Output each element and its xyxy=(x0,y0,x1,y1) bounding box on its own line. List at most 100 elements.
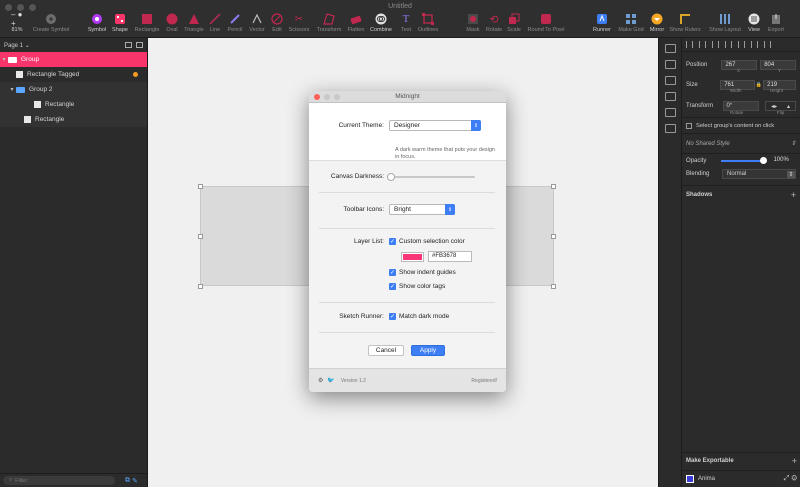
round-to-pixel-icon xyxy=(540,13,552,25)
layer-label: Group 2 xyxy=(29,86,53,93)
slider-knob[interactable] xyxy=(387,172,395,181)
rectangle-layer-icon xyxy=(24,116,31,123)
resize-handle[interactable] xyxy=(198,184,203,189)
plugin-icon[interactable] xyxy=(664,124,676,133)
flip-vertical-icon[interactable]: ▴ xyxy=(787,103,790,110)
symbol-icon xyxy=(91,13,103,25)
height-sublabel: Height xyxy=(770,88,784,93)
blending-select[interactable]: Normal ⇕ xyxy=(722,169,796,179)
distribute-icon[interactable] xyxy=(764,41,771,48)
align-center-icon[interactable] xyxy=(699,41,706,48)
combine-icon xyxy=(375,13,387,25)
runner-button[interactable]: Runner xyxy=(586,13,618,33)
dialog-zoom-button[interactable] xyxy=(334,94,340,100)
layer-group-2[interactable]: ▾ Group 2 xyxy=(0,82,147,97)
toolbar-icons-select[interactable]: Bright ⇕ xyxy=(389,204,455,215)
shadows-label: Shadows xyxy=(686,191,713,198)
resize-handle[interactable] xyxy=(198,234,203,239)
twitter-icon[interactable]: 🐦 xyxy=(327,377,334,384)
theme-label: Current Theme: xyxy=(338,122,384,129)
runner-icon xyxy=(596,13,608,25)
round-to-pixel-button[interactable]: Round To Pixel xyxy=(528,13,564,33)
create-symbol-button[interactable]: Create Symbol xyxy=(33,13,69,33)
component-icon[interactable] xyxy=(664,108,676,117)
resize-handle[interactable] xyxy=(551,234,556,239)
hex-color-input[interactable]: #FB3678 xyxy=(428,251,472,262)
indent-guides-label: Show indent guides xyxy=(399,269,456,276)
library-icon[interactable] xyxy=(664,76,676,85)
align-right-icon[interactable] xyxy=(712,41,719,48)
resize-handle[interactable] xyxy=(551,184,556,189)
zoom-control[interactable]: – ● + 81% xyxy=(4,10,30,33)
layer-rectangle-tagged[interactable]: Rectangle Tagged xyxy=(0,67,147,82)
rectangle-icon xyxy=(141,13,153,25)
opacity-input[interactable]: 100% xyxy=(770,156,796,166)
blending-label: Blending xyxy=(686,171,710,177)
align-left-icon[interactable] xyxy=(686,41,693,48)
filter-input[interactable]: ⌕ Filter xyxy=(3,476,115,485)
show-rulers-button[interactable]: Show Rulers xyxy=(669,13,701,33)
align-middle-icon[interactable] xyxy=(738,41,745,48)
add-slice-icon[interactable]: ⧉ xyxy=(125,477,130,485)
shared-style-select[interactable]: No Shared Style ⇕ xyxy=(686,139,796,149)
layer-label: Group xyxy=(21,56,40,63)
opacity-label: Opacity xyxy=(686,157,707,164)
align-bottom-icon[interactable] xyxy=(751,41,758,48)
anima-label: Anima xyxy=(698,476,716,482)
canvas-darkness-slider[interactable] xyxy=(387,172,475,181)
cancel-button[interactable]: Cancel xyxy=(368,345,404,356)
share-icon[interactable] xyxy=(664,60,676,69)
theme-select[interactable]: Designer ⇕ xyxy=(389,120,481,131)
resize-handle[interactable] xyxy=(551,284,556,289)
layer-rectangle-nested[interactable]: Rectangle xyxy=(0,97,147,112)
opacity-slider[interactable] xyxy=(721,156,768,164)
add-export-icon[interactable]: + xyxy=(792,456,797,466)
color-swatch[interactable] xyxy=(401,251,424,262)
scale-icon xyxy=(508,13,520,25)
resize-handle[interactable] xyxy=(198,284,203,289)
list-icon[interactable] xyxy=(125,42,132,48)
slider-knob[interactable] xyxy=(760,156,768,164)
edit-icon xyxy=(271,13,283,25)
registered-text: Registered! xyxy=(471,377,497,384)
artboard-icon[interactable] xyxy=(664,92,676,101)
layer-group[interactable]: ▾ Group xyxy=(0,52,147,67)
layer-list-label: Layer List: xyxy=(354,238,384,245)
width-sublabel: Width xyxy=(730,88,742,93)
align-top-icon[interactable] xyxy=(725,41,732,48)
sidebar-icon[interactable] xyxy=(136,42,143,48)
lock-icon[interactable]: 🔒 xyxy=(756,82,762,88)
dialog-close-button[interactable] xyxy=(314,94,320,100)
dialog-window-controls xyxy=(314,94,340,100)
match-dark-mode-checkbox[interactable]: ✓ xyxy=(389,313,396,320)
edit-pencil-icon[interactable]: ✎ xyxy=(132,477,138,485)
gear-icon[interactable]: ⚙ xyxy=(318,377,323,384)
add-shadow-icon[interactable]: + xyxy=(791,190,796,200)
layer-label: Rectangle Tagged xyxy=(27,71,80,78)
color-tags-checkbox[interactable]: ✓ xyxy=(389,283,396,290)
text-icon: T xyxy=(402,13,410,25)
show-layout-button[interactable]: Show Layout xyxy=(709,13,741,33)
anima-settings-icon[interactable]: ⤢ ⚙ xyxy=(784,475,797,483)
indent-guides-checkbox[interactable]: ✓ xyxy=(389,269,396,276)
custom-color-checkbox[interactable]: ✓ xyxy=(389,238,396,245)
export-button[interactable]: Export xyxy=(760,13,792,33)
layer-rectangle[interactable]: Rectangle xyxy=(0,112,147,127)
outlines-button[interactable]: Outlines xyxy=(412,13,444,33)
select-group-checkbox[interactable] xyxy=(686,122,692,129)
apply-button[interactable]: Apply xyxy=(411,345,445,356)
zoom-level: 81% xyxy=(11,27,23,33)
version-text: Version 1.2 xyxy=(340,377,366,384)
scale-button[interactable]: Scale xyxy=(498,13,530,33)
y-sublabel: Y xyxy=(778,68,782,73)
scissors-button[interactable]: ✂ Scissors xyxy=(283,13,315,34)
page-selector[interactable]: Page 1 ⌄ xyxy=(0,38,147,52)
align-icon[interactable] xyxy=(664,44,676,53)
dialog-minimize-button[interactable] xyxy=(324,94,330,100)
canvas-darkness-label: Canvas Darkness: xyxy=(330,173,384,180)
disclosure-triangle-icon[interactable]: ▾ xyxy=(0,56,8,63)
flip-horizontal-icon[interactable]: ◂▸ xyxy=(771,103,777,110)
disclosure-triangle-icon[interactable]: ▾ xyxy=(8,86,16,93)
color-tags-label: Show color tags xyxy=(399,283,446,290)
oval-icon xyxy=(166,13,178,25)
